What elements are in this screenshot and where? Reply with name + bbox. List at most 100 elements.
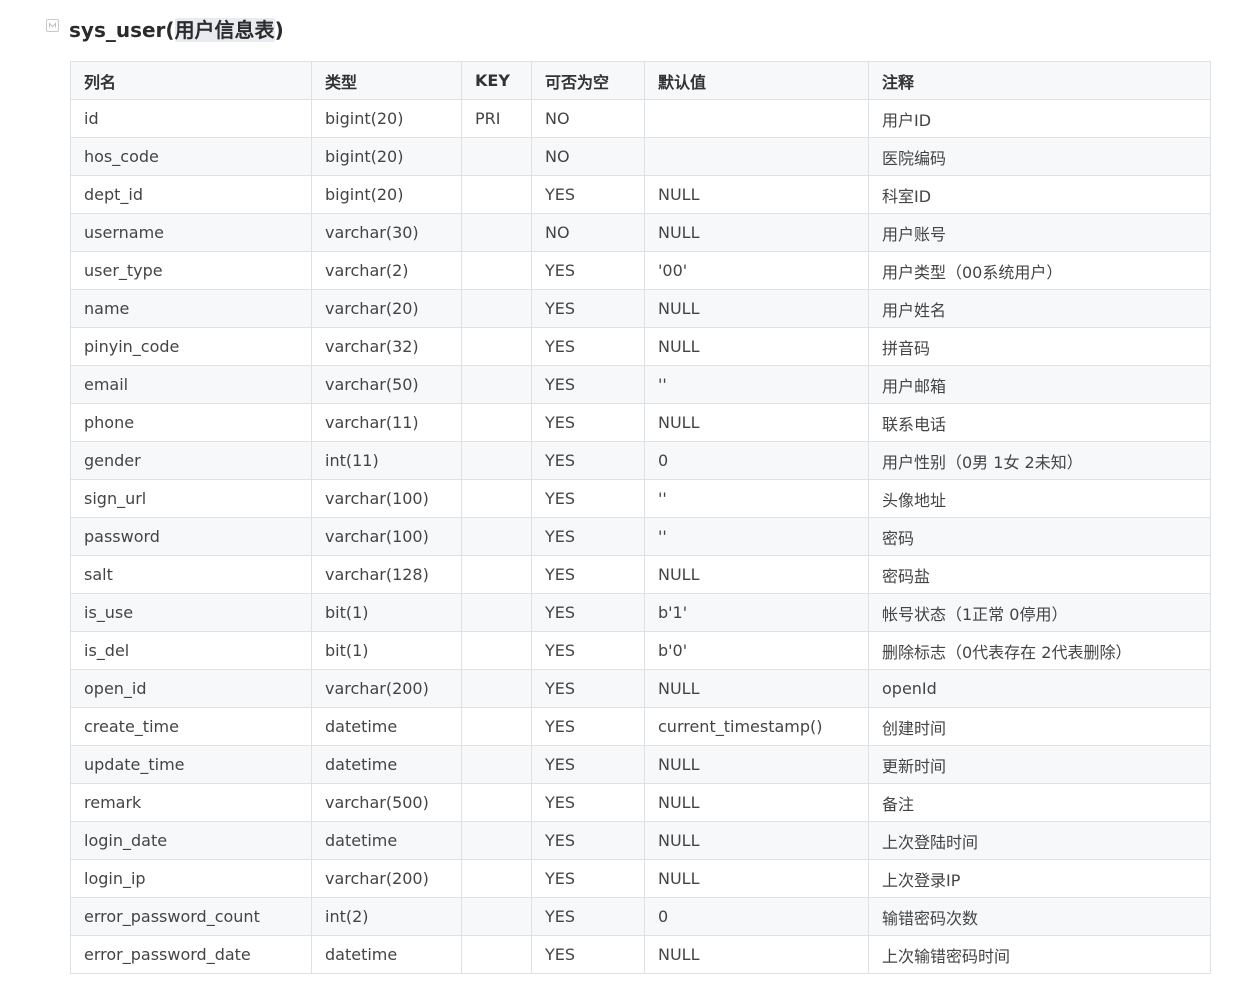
cell-nullable: YES [531,251,645,290]
table-row: create_time datetime YES current_timestamp(… [70,707,1211,746]
cell-type: varchar(100) [311,479,462,518]
cell-type: bigint(20) [311,175,462,214]
cell-type: varchar(500) [311,783,462,822]
cell-type: varchar(200) [311,859,462,898]
cell-key [461,289,532,328]
cell-nullable: NO [531,137,645,176]
cell-nullable: YES [531,669,645,708]
cell-type: bigint(20) [311,99,462,138]
cell-comment: 拼音码 [868,327,1211,366]
cell-key [461,707,532,746]
table-row: is_del bit(1) YES b'0' 删除标志（0代表存在 2代表删除） [70,631,1211,670]
cell-default [644,137,869,176]
cell-comment: 用户ID [868,99,1211,138]
cell-type: varchar(11) [311,403,462,442]
table-row: error_password_count int(2) YES 0 输错密码次数 [70,897,1211,936]
table-header-row: 列名 类型 KEY 可否为空 默认值 注释 [70,61,1211,100]
table-row: sign_url varchar(100) YES '' 头像地址 [70,479,1211,518]
cell-column-name: is_use [70,593,312,632]
cell-column-name: login_date [70,821,312,860]
cell-column-name: username [70,213,312,252]
cell-default: '' [644,517,869,556]
cell-column-name: user_type [70,251,312,290]
cell-comment: 联系电话 [868,403,1211,442]
cell-column-name: name [70,289,312,328]
table-row: password varchar(100) YES '' 密码 [70,517,1211,556]
table-row: is_use bit(1) YES b'1' 帐号状态（1正常 0停用） [70,593,1211,632]
cell-default: NULL [644,935,869,974]
cell-nullable: YES [531,897,645,936]
cell-key [461,251,532,290]
cell-nullable: YES [531,555,645,594]
table-row: name varchar(20) YES NULL 用户姓名 [70,289,1211,328]
table-row: hos_code bigint(20) NO 医院编码 [70,137,1211,176]
cell-key [461,631,532,670]
cell-type: varchar(32) [311,327,462,366]
cell-column-name: hos_code [70,137,312,176]
cell-key [461,327,532,366]
cell-default: NULL [644,175,869,214]
cell-type: datetime [311,821,462,860]
cell-nullable: YES [531,745,645,784]
table-title-highlight: 用户信息表 [174,17,275,42]
cell-type: bigint(20) [311,137,462,176]
cell-comment: 密码 [868,517,1211,556]
cell-comment: openId [868,669,1211,708]
cell-key [461,859,532,898]
cell-type: bit(1) [311,593,462,632]
header-key: KEY [461,61,532,100]
cell-default: NULL [644,555,869,594]
cell-column-name: remark [70,783,312,822]
cell-comment: 头像地址 [868,479,1211,518]
cell-key [461,403,532,442]
table-row: dept_id bigint(20) YES NULL 科室ID [70,175,1211,214]
cell-default: b'1' [644,593,869,632]
cell-nullable: YES [531,859,645,898]
cell-nullable: YES [531,593,645,632]
cell-comment: 密码盐 [868,555,1211,594]
cell-column-name: phone [70,403,312,442]
header-column-name: 列名 [70,61,312,100]
table-row: login_ip varchar(200) YES NULL 上次登录IP [70,859,1211,898]
cell-column-name: id [70,99,312,138]
cell-default: NULL [644,821,869,860]
cell-column-name: login_ip [70,859,312,898]
cell-key [461,783,532,822]
cell-nullable: YES [531,479,645,518]
cell-comment: 输错密码次数 [868,897,1211,936]
cell-key [461,479,532,518]
cell-comment: 更新时间 [868,745,1211,784]
cell-comment: 创建时间 [868,707,1211,746]
table-row: gender int(11) YES 0 用户性别（0男 1女 2未知） [70,441,1211,480]
cell-type: int(11) [311,441,462,480]
cell-nullable: YES [531,365,645,404]
cell-comment: 上次登录IP [868,859,1211,898]
cell-comment: 用户类型（00系统用户） [868,251,1211,290]
cell-key [461,821,532,860]
table-body: id bigint(20) PRI NO 用户ID hos_code bigint(20) N… [70,99,1211,974]
cell-comment: 备注 [868,783,1211,822]
cell-key [461,935,532,974]
cell-type: varchar(50) [311,365,462,404]
cell-key [461,745,532,784]
cell-nullable: YES [531,327,645,366]
table-title-close: ) [274,17,284,42]
table-title-name: sys_user( [69,17,175,42]
cell-key [461,175,532,214]
table-row: username varchar(30) NO NULL 用户账号 [70,213,1211,252]
cell-key [461,669,532,708]
anchor-link-icon[interactable] [46,18,59,32]
header-nullable: 可否为空 [531,61,645,100]
cell-default: current_timestamp() [644,707,869,746]
cell-key: PRI [461,99,532,138]
table-row: login_date datetime YES NULL 上次登陆时间 [70,821,1211,860]
cell-column-name: is_del [70,631,312,670]
cell-comment: 医院编码 [868,137,1211,176]
cell-type: datetime [311,745,462,784]
cell-default: NULL [644,745,869,784]
cell-default: NULL [644,859,869,898]
cell-key [461,555,532,594]
cell-type: varchar(2) [311,251,462,290]
cell-column-name: pinyin_code [70,327,312,366]
cell-column-name: error_password_count [70,897,312,936]
